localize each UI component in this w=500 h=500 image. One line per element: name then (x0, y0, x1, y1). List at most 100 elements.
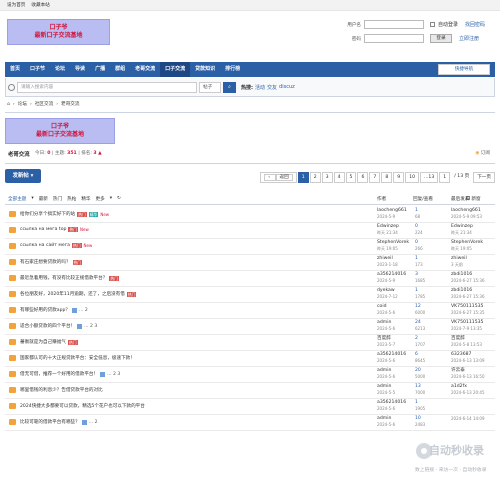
new-window-toggle[interactable]: 新窗 (465, 193, 481, 202)
hot-search-item[interactable]: discuz (279, 84, 295, 90)
nav-item-loan-knowledge[interactable]: 贷款知识 (190, 62, 220, 77)
table-row[interactable]: 国家都认可的十大正规贷款平台：安全低息，极速下款！ a356214016 202… (5, 351, 495, 367)
bookmark-link[interactable]: 收藏本站 (31, 2, 49, 8)
page-jump-input[interactable]: 1 (439, 172, 451, 183)
thread-title[interactable]: 国家都认可的十大正规贷款平台：安全低息，极速下款！ (20, 355, 135, 361)
password-label: 密码 (351, 36, 361, 42)
filter-tab-hot-post[interactable]: 热帖 (67, 196, 76, 202)
table-row[interactable]: 2024快捷大多都要可以贷款，精选5个花户也可以下款的平台 a356214016… (5, 399, 495, 415)
top-bar: 设为首页 收藏本站 (0, 0, 500, 11)
nav-item-kouzi-exchange[interactable]: 口子交流 (160, 62, 191, 77)
table-row[interactable]: 适合小额贷款的四个平台！ ... 2 3 admin 2024-5-6 24 6… (5, 319, 495, 335)
page-link[interactable]: 10 (405, 172, 420, 183)
page-total: / 13 页 (451, 172, 473, 183)
thread-title[interactable]: 各位朋友好，2020年11月逾期，还了，之后没有借 (20, 291, 125, 297)
thread-views: 266 (415, 246, 423, 251)
thread-title[interactable]: 有哪些好用的贷款app？ (20, 307, 70, 313)
thread-title[interactable]: 借无可借，推荐一个好用的借款平台！ (20, 371, 98, 377)
table-row[interactable]: 哪里借钱的利息少？告借贷款平台的对比 admin 2024-5-5 13 700… (5, 383, 495, 399)
table-row[interactable]: ссылка на мега top 热门 New Edwinzep 昨天 21… (5, 223, 495, 239)
table-row[interactable]: 最近急着用钱，有没有比较正规借款平台？ 热门 a356214016 2024-5… (5, 271, 495, 287)
search-input[interactable]: 请输入搜索内容 (17, 81, 197, 93)
filter-tab-hot[interactable]: 热门 (53, 196, 62, 202)
page-link[interactable]: 5 (345, 172, 357, 183)
search-scope-select[interactable]: 帖子 (199, 81, 221, 93)
filter-tab-more[interactable]: 更多 (96, 196, 105, 202)
hot-search-item[interactable]: 交友 (267, 84, 277, 91)
auto-login-checkbox[interactable] (430, 22, 435, 27)
filter-dropdown-icon[interactable]: ▾ (31, 196, 33, 201)
nav-item-ranking[interactable]: 排行榜 (220, 62, 245, 77)
refresh-icon[interactable]: ↻ (117, 196, 121, 201)
breadcrumb-item[interactable]: 社区交流 (35, 101, 53, 107)
thread-title[interactable]: 适合小额贷款的四个平台！ (20, 323, 75, 329)
quick-nav-button[interactable]: 快捷导航 (438, 64, 490, 75)
filter-tab-latest[interactable]: 最新 (39, 196, 48, 202)
thread-badge: 热门 (71, 243, 82, 248)
nav-item-home[interactable]: 首页 (5, 62, 25, 77)
subscribe-button[interactable]: ◉ 订阅 (475, 150, 490, 156)
thread-title[interactable]: 2024快捷大多都要可以贷款，精选5个花户也可以下款的平台 (20, 403, 145, 409)
thread-pages[interactable]: ... 2 (89, 420, 98, 425)
new-post-button[interactable]: 发新帖 ▾ (5, 169, 41, 183)
username-input[interactable] (364, 20, 424, 29)
thread-date: 2024-5-5 (377, 390, 396, 395)
thread-title[interactable]: 哪里借钱的利息少？告借贷款平台的对比 (20, 387, 103, 393)
table-row[interactable]: 比较可靠的借款平台有哪些？ ... 2 admin 2024-5-6 10 24… (5, 415, 495, 431)
page-link[interactable]: 4 (333, 172, 345, 183)
find-password-link[interactable]: 找回密码 (465, 21, 485, 28)
page-link[interactable]: 1 (297, 172, 309, 183)
table-row[interactable]: 借无可借，推荐一个好用的借款平台！ ... 2 3 admin 2024-5-6… (5, 367, 495, 383)
register-link[interactable]: 立即注册 (459, 35, 479, 42)
thread-pages[interactable]: ... 2 (79, 308, 88, 313)
page-link[interactable]: 8 (381, 172, 393, 183)
password-input[interactable] (364, 34, 424, 43)
table-row[interactable]: 各位朋友好，2020年11月逾期，还了，之后没有借 热门 dyekaw 2024… (5, 287, 495, 303)
thread-pages[interactable]: ... 2 3 (84, 324, 97, 329)
thread-title[interactable]: ссылка на сайт мега (20, 243, 70, 248)
thread-title[interactable]: ссылка на мега top (20, 227, 66, 232)
site-logo[interactable]: 口子爷 最新口子交流基地 (7, 19, 110, 45)
chevron-down-icon: ▾ (30, 173, 34, 179)
today-label: 今日: (35, 151, 46, 156)
page-link[interactable]: ...13 (420, 172, 439, 183)
thread-title[interactable]: 蕃衡就是为自己赚福气 (20, 339, 66, 345)
login-button[interactable]: 登录 (430, 34, 452, 43)
page-link[interactable]: 7 (369, 172, 381, 183)
filter-tab-all[interactable]: 全部主题 (8, 196, 26, 202)
nav-item-broadcast[interactable]: 广播 (90, 62, 110, 77)
nav-item-groups[interactable]: 群组 (110, 62, 130, 77)
thread-views: 173 (415, 262, 423, 267)
thread-title[interactable]: 有石家庄想要贷款的吗？ (20, 259, 71, 265)
page-link[interactable]: 9 (393, 172, 405, 183)
thread-date: 2024-5-6 (377, 326, 396, 331)
thread-title[interactable]: 给你们分享个搞实好下的站 (20, 211, 75, 217)
table-row[interactable]: 给你们分享个搞实好下的站 热门 精华 New laocheng661 2024-5… (5, 207, 495, 223)
table-row[interactable]: 有石家庄想要贷款的吗？ 热门 zhiweil 2023-1-18 1 173 z… (5, 255, 495, 271)
table-row[interactable]: ссылка на сайт мега 热门 New StephenVorek … (5, 239, 495, 255)
home-icon[interactable]: ⌂ (7, 102, 10, 107)
forum-stats: 今日: 0 | 主题: 351 | 排名: 3 ▲ (35, 151, 102, 156)
nav-item-guide[interactable]: 导读 (70, 62, 90, 77)
nav-item-forum[interactable]: 论坛 (50, 62, 70, 77)
table-row[interactable]: 有哪些好用的贷款app？ ... 2 coid 2024-5-6 12 6000… (5, 303, 495, 319)
pager-back-button[interactable]: ‹ 返回 (260, 172, 297, 183)
thread-title[interactable]: 最近急着用钱，有没有比较正规借款平台？ (20, 275, 107, 281)
filter-tab-digest[interactable]: 精华 (81, 196, 90, 202)
page-link[interactable]: 2 (309, 172, 321, 183)
table-row[interactable]: 蕃衡就是为自己赚福气 热门 百度醉 2023-5-7 2 1707 百度醉 20… (5, 335, 495, 351)
next-page-button[interactable]: 下一页 (473, 172, 495, 183)
breadcrumb-item[interactable]: 老哥交流 (61, 101, 79, 107)
thread-pages[interactable]: ... 2 3 (107, 372, 120, 377)
page-link[interactable]: 3 (321, 172, 333, 183)
thread-views: 6213 (415, 326, 426, 331)
thread-title[interactable]: 比较可靠的借款平台有哪些？ (20, 419, 80, 425)
search-button[interactable]: ⌕ (223, 81, 236, 93)
set-homepage-link[interactable]: 设为首页 (7, 2, 25, 8)
breadcrumb-item[interactable]: 论坛 (18, 101, 27, 107)
hot-search-item[interactable]: 活动 (255, 84, 265, 91)
page-link[interactable]: 6 (357, 172, 369, 183)
nav-item-laoge[interactable]: 老哥交流 (130, 62, 160, 77)
last-post-date: 昨天 19:05 (451, 246, 472, 251)
nav-item-kouzi-festival[interactable]: 口子节 (25, 62, 50, 77)
